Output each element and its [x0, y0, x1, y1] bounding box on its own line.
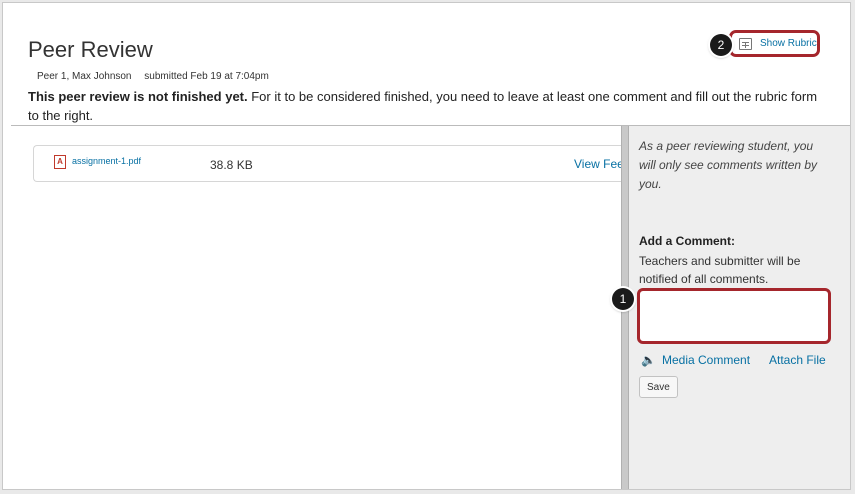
add-comment-heading: Add a Comment:: [639, 234, 735, 248]
callout-badge-1: 1: [612, 288, 634, 310]
visibility-note: As a peer reviewing student, you will on…: [639, 139, 818, 191]
show-rubric-button[interactable]: Show Rubric: [729, 30, 820, 57]
rubric-icon: [739, 37, 752, 50]
comment-sidebar: As a peer reviewing student, you will on…: [629, 126, 850, 489]
callout-badge-2: 2: [710, 34, 732, 56]
page-title: Peer Review: [28, 37, 153, 62]
file-name-link[interactable]: assignment-1.pdf: [72, 156, 141, 166]
submitted-time: submitted Feb 19 at 7:04pm: [144, 71, 269, 82]
submission-meta: Peer 1, Max Johnson submitted Feb 19 at …: [37, 71, 279, 82]
unfinished-notice: This peer review is not finished yet. Fo…: [28, 87, 828, 125]
media-comment-link[interactable]: Media Comment: [662, 353, 750, 367]
comment-input[interactable]: [637, 288, 831, 344]
file-size: 38.8 KB: [210, 158, 253, 172]
view-feedback-link[interactable]: View Feedback: [574, 157, 624, 171]
notice-bold: This peer review is not finished yet.: [28, 89, 248, 104]
attach-file-link[interactable]: Attach File: [769, 353, 826, 367]
show-rubric-link[interactable]: Show Rubric: [760, 38, 817, 49]
comment-help-text: Teachers and submitter will be notified …: [639, 254, 801, 286]
pdf-file-icon: A: [54, 155, 66, 169]
peer-review-page: Peer Review Peer 1, Max Johnson submitte…: [2, 2, 851, 490]
reviewer-name: Peer 1, Max Johnson: [37, 71, 132, 82]
file-attachment-row: A assignment-1.pdf 38.8 KB View Feedback: [33, 145, 624, 182]
save-button[interactable]: Save: [639, 376, 678, 398]
speaker-icon: 🔈: [641, 353, 656, 367]
